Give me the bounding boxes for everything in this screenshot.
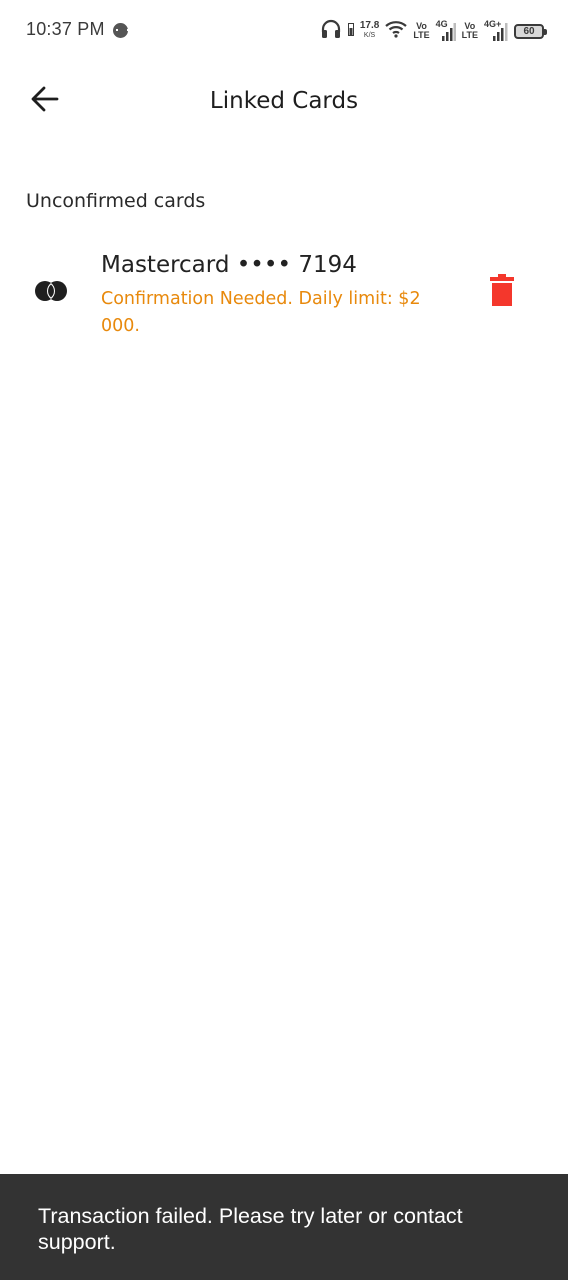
card-list-item[interactable]: Mastercard •••• 7194 Confirmation Needed… xyxy=(0,238,568,350)
mastercard-icon xyxy=(34,280,68,302)
page-title: Linked Cards xyxy=(209,88,359,114)
net-speed: 17.8 K/S xyxy=(360,21,379,41)
section-title-unconfirmed: Unconfirmed cards xyxy=(26,190,206,212)
net-speed-unit: K/S xyxy=(363,32,376,39)
sim1-signal-icon: 4G xyxy=(436,20,456,42)
card-title: Mastercard •••• 7194 xyxy=(101,252,357,278)
sim1-volte-bottom: LTE xyxy=(413,30,430,40)
status-icons: 17.8 K/S Vo LTE 4G Vo LTE 4G+ 60 xyxy=(320,18,547,44)
sim1-volte: Vo LTE xyxy=(413,22,429,40)
delete-card-button[interactable] xyxy=(482,270,522,314)
sim2-volte: Vo LTE xyxy=(462,22,478,40)
trash-icon xyxy=(490,273,514,311)
card-status-text: Confirmation Needed. Daily limit: $2 000… xyxy=(101,289,421,336)
snackbar-message: Transaction failed. Please try later or … xyxy=(38,1204,463,1254)
screen: 10:37 PM 17.8 K/S Vo LTE 4G Vo LTE 4G+ 6… xyxy=(0,0,568,1280)
status-time: 10:37 PM xyxy=(26,19,105,39)
status-bar: 10:37 PM 17.8 K/S Vo LTE 4G Vo LTE 4G+ 6… xyxy=(0,0,568,62)
snackbar: Transaction failed. Please try later or … xyxy=(0,1174,568,1280)
small-battery-icon xyxy=(347,22,354,41)
net-speed-value: 17.8 xyxy=(359,20,380,31)
wifi-icon xyxy=(385,20,408,43)
headphones-icon xyxy=(320,19,342,44)
sim2-volte-bottom: LTE xyxy=(461,30,478,40)
app-bar: Linked Cards xyxy=(0,62,568,142)
message-icon xyxy=(113,23,129,38)
battery-icon: 60 xyxy=(514,23,547,39)
sim2-signal-icon: 4G+ xyxy=(484,20,508,42)
